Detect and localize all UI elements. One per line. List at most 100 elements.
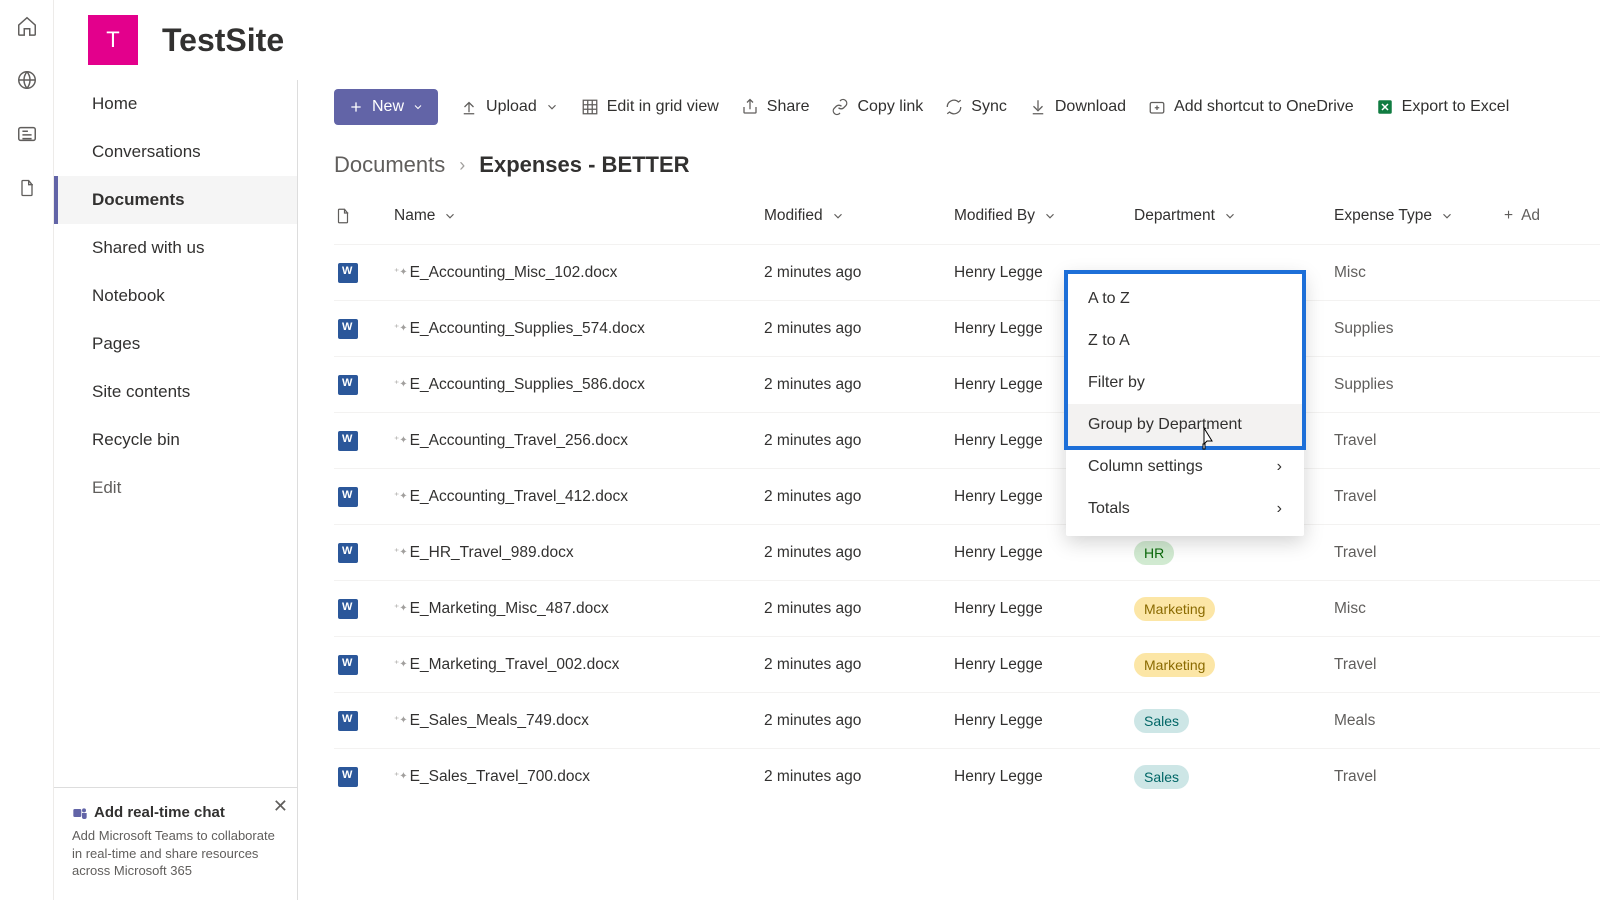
expense-type-cell: Misc bbox=[1334, 600, 1504, 618]
col-name[interactable]: Name bbox=[394, 207, 764, 225]
chevron-down-icon bbox=[831, 209, 845, 223]
chevron-down-icon bbox=[412, 101, 424, 113]
file-name[interactable]: ⁺✦E_Accounting_Supplies_574.docx bbox=[394, 320, 764, 338]
left-nav: HomeConversationsDocumentsShared with us… bbox=[54, 80, 298, 900]
copy-link-button[interactable]: Copy link bbox=[831, 98, 923, 116]
modified-cell: 2 minutes ago bbox=[764, 432, 954, 450]
word-icon bbox=[338, 543, 358, 563]
department-cell: Marketing bbox=[1134, 653, 1334, 677]
file-name[interactable]: ⁺✦E_Accounting_Misc_102.docx bbox=[394, 264, 764, 282]
grid-icon bbox=[581, 98, 599, 116]
teams-promo-body: Add Microsoft Teams to collaborate in re… bbox=[72, 827, 280, 880]
chevron-down-icon bbox=[443, 209, 457, 223]
table-row[interactable]: ⁺✦E_Sales_Travel_700.docx2 minutes agoHe… bbox=[334, 748, 1600, 804]
download-icon bbox=[1029, 98, 1047, 116]
word-icon bbox=[338, 319, 358, 339]
col-add[interactable]: + Ad bbox=[1504, 207, 1600, 225]
nav-item-site-contents[interactable]: Site contents bbox=[54, 368, 297, 416]
table-row[interactable]: ⁺✦E_Accounting_Travel_256.docx2 minutes … bbox=[334, 412, 1600, 468]
file-name[interactable]: ⁺✦E_HR_Travel_989.docx bbox=[394, 544, 764, 562]
table-row[interactable]: ⁺✦E_HR_Travel_989.docx2 minutes agoHenry… bbox=[334, 524, 1600, 580]
sync-button[interactable]: Sync bbox=[945, 98, 1007, 116]
file-icon bbox=[334, 207, 352, 225]
globe-icon[interactable] bbox=[15, 68, 39, 92]
nav-item-pages[interactable]: Pages bbox=[54, 320, 297, 368]
expense-type-cell: Meals bbox=[1334, 712, 1504, 730]
menu-sort-za[interactable]: Z to A bbox=[1066, 320, 1304, 362]
nav-item-recycle-bin[interactable]: Recycle bin bbox=[54, 416, 297, 464]
command-bar: New Upload Edit in grid view Share Copy … bbox=[298, 80, 1600, 134]
expense-type-cell: Travel bbox=[1334, 488, 1504, 506]
file-name[interactable]: ⁺✦E_Sales_Meals_749.docx bbox=[394, 712, 764, 730]
file-name[interactable]: ⁺✦E_Accounting_Travel_412.docx bbox=[394, 488, 764, 506]
chevron-down-icon bbox=[1440, 209, 1454, 223]
modifiedby-cell[interactable]: Henry Legge bbox=[954, 656, 1134, 674]
edit-grid-button[interactable]: Edit in grid view bbox=[581, 98, 719, 116]
upload-icon bbox=[460, 98, 478, 116]
file-name[interactable]: ⁺✦E_Accounting_Travel_256.docx bbox=[394, 432, 764, 450]
chevron-right-icon: › bbox=[1277, 500, 1282, 518]
nav-item-notebook[interactable]: Notebook bbox=[54, 272, 297, 320]
new-button[interactable]: New bbox=[334, 89, 438, 125]
word-icon bbox=[338, 487, 358, 507]
menu-sort-az[interactable]: A to Z bbox=[1066, 278, 1304, 320]
document-table: Name Modified Modified By Department Exp… bbox=[298, 188, 1600, 804]
breadcrumb-current: Expenses - BETTER bbox=[479, 152, 689, 178]
nav-item-conversations[interactable]: Conversations bbox=[54, 128, 297, 176]
shortcut-icon bbox=[1148, 98, 1166, 116]
site-header: T TestSite bbox=[54, 0, 1600, 80]
col-department[interactable]: Department bbox=[1134, 207, 1334, 225]
file-name[interactable]: ⁺✦E_Marketing_Misc_487.docx bbox=[394, 600, 764, 618]
department-cell: Marketing bbox=[1134, 597, 1334, 621]
col-modified[interactable]: Modified bbox=[764, 207, 954, 225]
download-button[interactable]: Download bbox=[1029, 98, 1126, 116]
menu-totals[interactable]: Totals› bbox=[1066, 488, 1304, 530]
link-icon bbox=[831, 98, 849, 116]
col-expense-type[interactable]: Expense Type bbox=[1334, 207, 1504, 225]
expense-type-cell: Travel bbox=[1334, 768, 1504, 786]
table-row[interactable]: ⁺✦E_Sales_Meals_749.docx2 minutes agoHen… bbox=[334, 692, 1600, 748]
table-row[interactable]: ⁺✦E_Marketing_Misc_487.docx2 minutes ago… bbox=[334, 580, 1600, 636]
column-menu: A to Z Z to A Filter by Group by Departm… bbox=[1066, 272, 1304, 536]
modifiedby-cell[interactable]: Henry Legge bbox=[954, 768, 1134, 786]
nav-item-edit[interactable]: Edit bbox=[54, 464, 297, 512]
table-row[interactable]: ⁺✦E_Marketing_Travel_002.docx2 minutes a… bbox=[334, 636, 1600, 692]
menu-column-settings[interactable]: Column settings› bbox=[1066, 446, 1304, 488]
home-icon[interactable] bbox=[15, 14, 39, 38]
excel-icon bbox=[1376, 98, 1394, 116]
menu-group-by[interactable]: Group by Department bbox=[1066, 404, 1304, 446]
menu-filter-by[interactable]: Filter by bbox=[1066, 362, 1304, 404]
upload-button[interactable]: Upload bbox=[460, 98, 559, 116]
table-row[interactable]: ⁺✦E_Accounting_Misc_102.docx2 minutes ag… bbox=[334, 244, 1600, 300]
breadcrumb: Documents › Expenses - BETTER bbox=[298, 134, 1600, 188]
chevron-down-icon bbox=[545, 100, 559, 114]
table-row[interactable]: ⁺✦E_Accounting_Travel_412.docx2 minutes … bbox=[334, 468, 1600, 524]
file-name[interactable]: ⁺✦E_Sales_Travel_700.docx bbox=[394, 768, 764, 786]
site-logo[interactable]: T bbox=[88, 15, 138, 65]
nav-item-home[interactable]: Home bbox=[54, 80, 297, 128]
breadcrumb-root[interactable]: Documents bbox=[334, 152, 445, 178]
modifiedby-cell[interactable]: Henry Legge bbox=[954, 712, 1134, 730]
modifiedby-cell[interactable]: Henry Legge bbox=[954, 600, 1134, 618]
col-type[interactable] bbox=[334, 207, 394, 225]
modified-cell: 2 minutes ago bbox=[764, 768, 954, 786]
nav-item-documents[interactable]: Documents bbox=[54, 176, 297, 224]
file-name[interactable]: ⁺✦E_Accounting_Supplies_586.docx bbox=[394, 376, 764, 394]
modified-cell: 2 minutes ago bbox=[764, 264, 954, 282]
news-icon[interactable] bbox=[15, 122, 39, 146]
add-shortcut-button[interactable]: Add shortcut to OneDrive bbox=[1148, 98, 1354, 116]
file-icon[interactable] bbox=[15, 176, 39, 200]
expense-type-cell: Supplies bbox=[1334, 320, 1504, 338]
site-title: TestSite bbox=[162, 22, 284, 59]
close-icon[interactable]: ✕ bbox=[273, 796, 288, 817]
share-button[interactable]: Share bbox=[741, 98, 810, 116]
export-excel-button[interactable]: Export to Excel bbox=[1376, 98, 1510, 116]
table-row[interactable]: ⁺✦E_Accounting_Supplies_586.docx2 minute… bbox=[334, 356, 1600, 412]
teams-promo-title: Add real-time chat bbox=[72, 804, 280, 821]
file-name[interactable]: ⁺✦E_Marketing_Travel_002.docx bbox=[394, 656, 764, 674]
chevron-down-icon bbox=[1223, 209, 1237, 223]
table-row[interactable]: ⁺✦E_Accounting_Supplies_574.docx2 minute… bbox=[334, 300, 1600, 356]
nav-item-shared-with-us[interactable]: Shared with us bbox=[54, 224, 297, 272]
modifiedby-cell[interactable]: Henry Legge bbox=[954, 544, 1134, 562]
col-modifiedby[interactable]: Modified By bbox=[954, 207, 1134, 225]
